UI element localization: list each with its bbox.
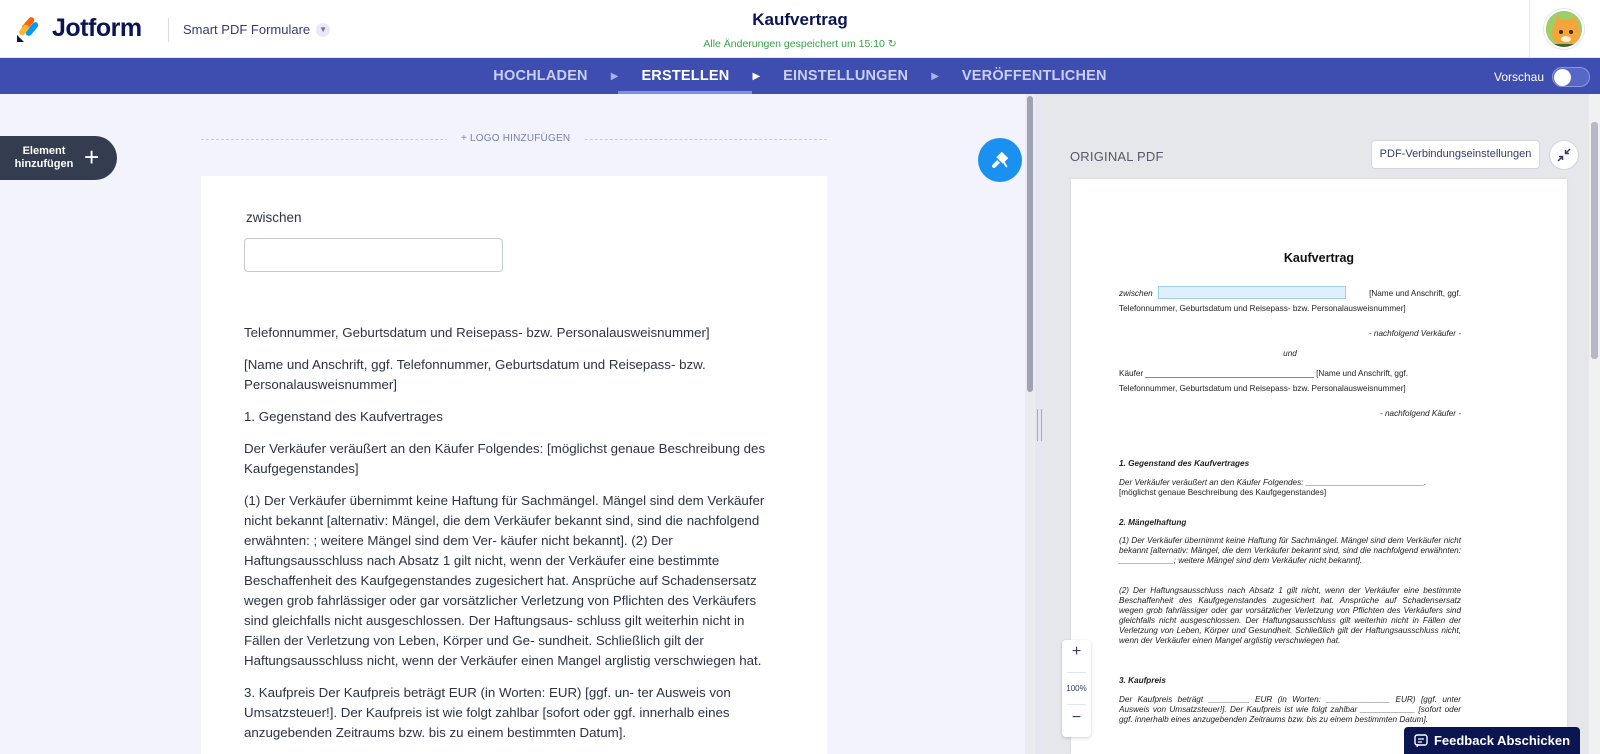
feedback-button[interactable]: Feedback Abschicken xyxy=(1404,727,1580,754)
preview-control: Vorschau xyxy=(1494,67,1591,87)
refresh-icon: ↻ xyxy=(887,38,897,50)
toggle-knob xyxy=(1554,69,1572,86)
pdf-line: Telefonnummer, Geburtsdatum und Reisepas… xyxy=(1119,304,1406,313)
paragraph[interactable]: Telefonnummer, Geburtsdatum und Reisepas… xyxy=(244,323,766,343)
resize-grip-icon xyxy=(1037,409,1042,441)
add-logo-button[interactable]: + LOGO HINZUFÜGEN xyxy=(447,133,585,144)
pdf-scrollbar[interactable] xyxy=(1589,94,1600,754)
field-label-zwischen: zwischen xyxy=(246,210,302,225)
pdf-panel: ORIGINAL PDF PDF-Verbindungseinstellunge… xyxy=(1044,94,1600,754)
step-arrow-icon: ▶ xyxy=(610,70,619,82)
tab-erstellen[interactable]: ERSTELLEN xyxy=(618,58,753,94)
form-designer-button[interactable] xyxy=(978,138,1022,182)
product-name: Smart PDF Formulare xyxy=(183,22,311,37)
top-bar: Jotform Smart PDF Formulare ▼ Kaufvertra… xyxy=(0,0,1600,58)
step-arrow-icon: ▶ xyxy=(752,70,761,82)
paragraph[interactable]: 3. Kaufpreis Der Kaufpreis beträgt EUR (… xyxy=(244,683,766,743)
collapse-arrows-icon xyxy=(1557,148,1571,162)
avatar[interactable] xyxy=(1544,9,1584,49)
product-switcher[interactable]: Smart PDF Formulare ▼ xyxy=(183,22,331,37)
scrollbar-thumb[interactable] xyxy=(1591,122,1598,359)
pdf-line: und xyxy=(1283,349,1297,358)
pdf-line: [möglichst genaue Beschreibung des Kaufg… xyxy=(1119,488,1327,497)
original-pdf-label: ORIGINAL PDF xyxy=(1070,149,1164,164)
zoom-divider xyxy=(1067,704,1086,705)
pdf-line: Käufer _________________________________… xyxy=(1119,369,1409,378)
jotform-logo-icon xyxy=(17,16,39,42)
add-element-button[interactable]: Element hinzufügen + xyxy=(0,136,117,180)
paint-roller-icon xyxy=(992,151,1009,168)
pdf-heading: 3. Kaufpreis xyxy=(1119,676,1166,685)
feedback-label: Feedback Abschicken xyxy=(1433,733,1571,748)
feedback-icon xyxy=(1414,733,1428,747)
step-arrow-icon: ▶ xyxy=(931,70,939,82)
chevron-down-icon: ▼ xyxy=(316,22,331,37)
paragraph[interactable]: 1. Gegenstand des Kaufvertrages xyxy=(244,407,766,427)
pdf-paragraph: Der Kaufpreis beträgt _________ EUR (in … xyxy=(1119,695,1461,724)
zoom-out-button[interactable]: − xyxy=(1062,709,1091,727)
wizard-steps: HOCHLADEN ▶ ERSTELLEN ▶ EINSTELLUNGEN ▶ … xyxy=(0,58,1600,94)
save-status: Alle Änderungen gespeichert um 15:10 ↻ xyxy=(0,38,1600,50)
collapse-panel-button[interactable] xyxy=(1549,140,1579,170)
pdf-line: - nachfolgend Verkäufer - xyxy=(1368,329,1461,338)
zwischen-input[interactable] xyxy=(244,238,503,272)
pdf-title: Kaufvertrag xyxy=(1283,251,1355,265)
paragraph[interactable]: Der Verkäufer veräußert an den Käufer Fo… xyxy=(244,439,766,479)
scrollbar-thumb[interactable] xyxy=(1027,96,1033,392)
pdf-paragraph: (2) Der Haftungsausschluss nach Absatz 1… xyxy=(1119,586,1461,645)
pdf-line: [Name und Anschrift, ggf. xyxy=(1369,289,1461,298)
pdf-line: Telefonnummer, Geburtsdatum und Reisepas… xyxy=(1119,384,1406,393)
jotform-logo[interactable]: Jotform xyxy=(16,14,142,43)
add-element-label: Element hinzufügen xyxy=(14,145,74,170)
pane-resize-handle[interactable] xyxy=(1035,94,1044,754)
logo-text: Jotform xyxy=(52,14,142,42)
preview-label: Vorschau xyxy=(1494,70,1545,84)
zoom-divider xyxy=(1067,672,1086,673)
tab-einstellungen[interactable]: EINSTELLUNGEN xyxy=(760,58,931,94)
save-status-text: Alle Änderungen gespeichert um 15:10 xyxy=(703,38,885,50)
pdf-page: Kaufvertrag zwischen [Name und Anschrift… xyxy=(1071,179,1567,754)
wizard-navbar: HOCHLADEN ▶ ERSTELLEN ▶ EINSTELLUNGEN ▶ … xyxy=(0,58,1600,94)
pdf-connection-settings-button[interactable]: PDF-Verbindungseinstellungen xyxy=(1371,140,1540,169)
zoom-level: 100% xyxy=(1066,684,1087,693)
tab-veroeffentlichen[interactable]: VERÖFFENTLICHEN xyxy=(939,58,1130,94)
form-card: zwischen Telefonnummer, Geburtsdatum und… xyxy=(201,176,827,754)
tab-hochladen[interactable]: HOCHLADEN xyxy=(470,58,610,94)
form-paragraphs: Telefonnummer, Geburtsdatum und Reisepas… xyxy=(244,323,766,754)
pdf-line: - nachfolgend Käufer - xyxy=(1379,409,1461,418)
pdf-heading: 2. Mängelhaftung xyxy=(1119,518,1187,527)
account-area xyxy=(1529,0,1600,58)
avatar-image xyxy=(1546,11,1582,47)
pdf-heading: 1. Gegenstand des Kaufvertrages xyxy=(1119,459,1250,468)
header-divider xyxy=(168,18,169,42)
zoom-in-button[interactable]: + xyxy=(1062,643,1091,661)
paragraph[interactable]: [Name und Anschrift, ggf. Telefonnummer,… xyxy=(244,355,766,395)
zoom-controls: + 100% − xyxy=(1062,640,1091,737)
pdf-paragraph: (1) Der Verkäufer übernimmt keine Haftun… xyxy=(1119,536,1461,565)
paragraph[interactable]: (1) Der Verkäufer übernimmt keine Haftun… xyxy=(244,491,766,671)
plus-icon: + xyxy=(84,142,100,172)
builder-scrollbar[interactable] xyxy=(1025,94,1035,754)
preview-toggle[interactable] xyxy=(1552,67,1591,87)
